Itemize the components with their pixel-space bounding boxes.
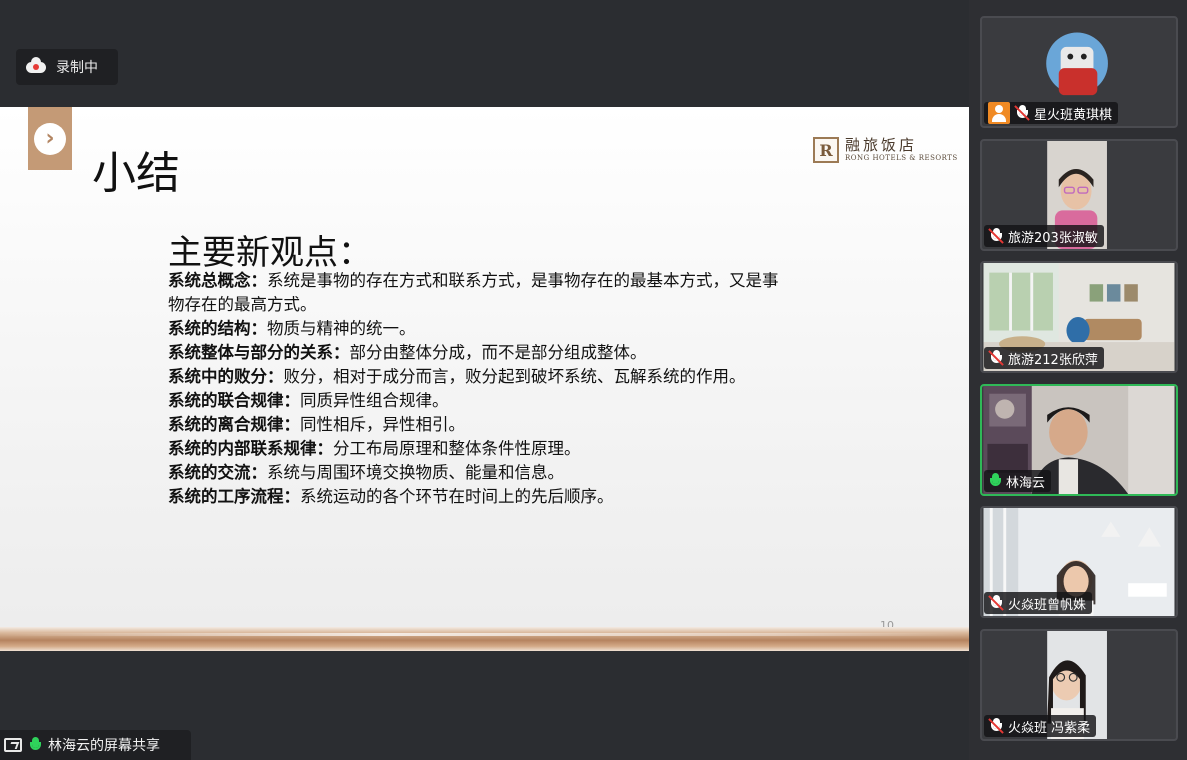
logo-mark: R: [813, 137, 839, 163]
slide-tab: ›: [28, 107, 72, 170]
mic-muted-icon: [988, 594, 1004, 612]
point-term: 系统的工序流程：: [168, 487, 300, 506]
participant-name: 火焱班曾帆姝: [1008, 597, 1087, 613]
screen-share-label: 林海云的屏幕共享: [48, 738, 160, 754]
screen-share-icon: [4, 738, 22, 752]
hotel-logo: R 融旅饭店 RONG HOTELS & RESORTS: [813, 137, 958, 163]
point-text: 分工布局原理和整体条件性原理。: [333, 439, 581, 458]
participant-sidebar: 星火班黄琪棋 旅游203张淑敏 旅游212张欣萍 林海云 火焱班曾帆姝 火焱班 …: [969, 0, 1187, 760]
point-text: 败分，相对于成分而言，败分起到破坏系统、瓦解系统的作用。: [283, 367, 746, 386]
participant-name: 火焱班 冯紫柔: [1008, 720, 1091, 736]
participant-name-tag: 火焱班曾帆姝: [984, 592, 1093, 614]
point-text: 同质异性组合规律。: [300, 391, 449, 410]
point-item: 系统的工序流程：系统运动的各个环节在时间上的先后顺序。: [168, 485, 790, 509]
mic-on-icon: [28, 736, 42, 754]
participant-tile[interactable]: 星火班黄琪棋: [980, 16, 1178, 128]
shared-slide: › 小结 R 融旅饭店 RONG HOTELS & RESORTS 主要新观点：…: [0, 107, 969, 651]
point-term: 系统的离合规律：: [168, 415, 300, 434]
participant-tile[interactable]: 旅游203张淑敏: [980, 139, 1178, 251]
point-text: 系统与周围环境交换物质、能量和信息。: [267, 463, 564, 482]
point-term: 系统的内部联系规律：: [168, 439, 333, 458]
main-stage: 录制中 › 小结 R 融旅饭店 RONG HOTELS & RESORTS 主要…: [0, 0, 969, 760]
point-item: 系统中的败分：败分，相对于成分而言，败分起到破坏系统、瓦解系统的作用。: [168, 365, 790, 389]
point-item: 系统的离合规律：同性相斥，异性相引。: [168, 413, 790, 437]
key-points-list: 系统总概念：系统是事物的存在方式和联系方式，是事物存在的最基本方式，又是事物存在…: [168, 269, 790, 509]
participant-name-tag: 火焱班 冯紫柔: [984, 715, 1097, 737]
mic-on-icon: [988, 472, 1002, 490]
participant-name-tag: 林海云: [984, 470, 1052, 492]
point-term: 系统的联合规律：: [168, 391, 300, 410]
point-term: 系统的交流：: [168, 463, 267, 482]
point-term: 系统中的败分：: [168, 367, 284, 386]
cloud-record-icon: [26, 57, 46, 74]
screen-share-indicator[interactable]: 林海云的屏幕共享: [0, 730, 191, 760]
participant-tile[interactable]: 旅游212张欣萍: [980, 261, 1178, 373]
slide-title: 小结: [92, 148, 180, 199]
point-item: 系统的结构：物质与精神的统一。: [168, 317, 790, 341]
point-term: 系统整体与部分的关系：: [168, 343, 350, 362]
slide-heading: 主要新观点：: [168, 233, 372, 273]
mic-muted-icon: [988, 717, 1004, 735]
decorative-band-highlight: [0, 633, 969, 636]
mic-muted-icon: [988, 227, 1004, 245]
decorative-band: [0, 627, 969, 651]
point-item: 系统的联合规律：同质异性组合规律。: [168, 389, 790, 413]
recording-label: 录制中: [56, 60, 98, 76]
point-term: 系统的结构：: [168, 319, 267, 338]
participant-tile[interactable]: 火焱班 冯紫柔: [980, 629, 1178, 741]
recording-indicator[interactable]: 录制中: [16, 49, 118, 85]
mic-muted-icon: [988, 349, 1004, 367]
point-text: 同性相斥，异性相引。: [300, 415, 465, 434]
point-text: 物质与精神的统一。: [267, 319, 416, 338]
chevron-right-icon: ›: [34, 122, 66, 155]
participant-tile[interactable]: 火焱班曾帆姝: [980, 506, 1178, 618]
point-term: 系统总概念：: [168, 271, 267, 290]
logo-name-cn: 融旅饭店: [845, 136, 918, 154]
point-item: 系统总概念：系统是事物的存在方式和联系方式，是事物存在的最基本方式，又是事物存在…: [168, 269, 790, 317]
participant-name-tag: 星火班黄琪棋: [984, 102, 1119, 124]
point-item: 系统的内部联系规律：分工布局原理和整体条件性原理。: [168, 437, 790, 461]
participant-name-tag: 旅游212张欣萍: [984, 347, 1104, 369]
point-text: 系统运动的各个环节在时间上的先后顺序。: [300, 487, 614, 506]
mic-muted-icon: [1014, 104, 1030, 122]
participant-name: 林海云: [1006, 475, 1046, 491]
participant-tile-active[interactable]: 林海云: [980, 384, 1178, 496]
participant-name-tag: 旅游203张淑敏: [984, 225, 1104, 247]
point-item: 系统的交流：系统与周围环境交换物质、能量和信息。: [168, 461, 790, 485]
logo-name-en: RONG HOTELS & RESORTS: [845, 154, 958, 162]
participant-name: 星火班黄琪棋: [1034, 107, 1113, 123]
point-item: 系统整体与部分的关系：部分由整体分成，而不是部分组成整体。: [168, 341, 790, 365]
point-text: 部分由整体分成，而不是部分组成整体。: [349, 343, 647, 362]
host-person-icon: [988, 102, 1010, 124]
participant-name: 旅游212张欣萍: [1008, 352, 1098, 368]
participant-name: 旅游203张淑敏: [1008, 230, 1098, 246]
